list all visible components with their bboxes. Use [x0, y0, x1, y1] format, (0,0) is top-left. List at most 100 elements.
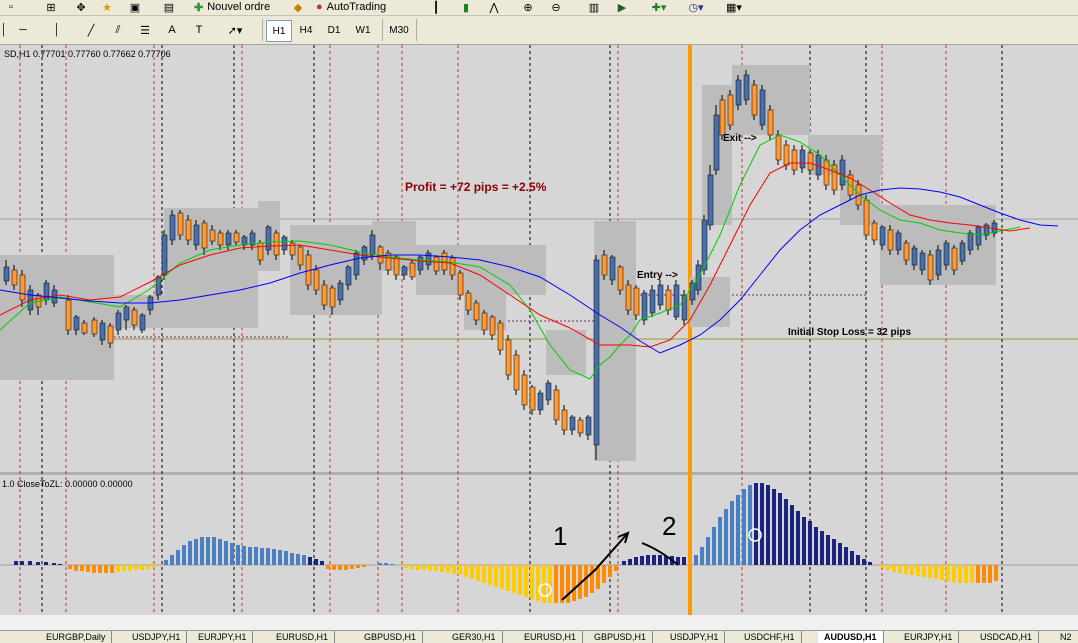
- histogram-bar: [608, 565, 612, 577]
- candle-body: [185, 219, 192, 241]
- vline-tool-icon[interactable]: │: [50, 22, 64, 38]
- periods-icon[interactable]: ◷▾: [684, 0, 708, 14]
- histogram-bar: [384, 563, 388, 565]
- zoom-in-icon[interactable]: ⊕: [520, 0, 536, 14]
- candle-body: [99, 322, 106, 341]
- navigator-icon[interactable]: ▣: [128, 0, 142, 14]
- histogram-bar: [554, 565, 558, 603]
- hline-tool-icon[interactable]: ─: [16, 22, 30, 38]
- crosshair-icon[interactable]: ✥: [74, 0, 88, 14]
- autotrading-button[interactable]: ● AutoTrading: [316, 0, 406, 14]
- tf-w1-button[interactable]: W1: [350, 20, 376, 40]
- chart-tab[interactable]: USDCAD,H1: [974, 631, 1040, 643]
- text-label-tool-icon[interactable]: T: [192, 22, 206, 38]
- histogram-bar: [946, 565, 950, 581]
- chart-tab[interactable]: EURJPY,H1: [898, 631, 960, 643]
- tf-h4-button[interactable]: H4: [294, 20, 318, 40]
- histogram-bar: [796, 511, 800, 565]
- chart-tab[interactable]: GBPUSD,H1: [358, 631, 424, 643]
- histogram-bar: [290, 553, 294, 565]
- histogram-bar: [230, 543, 234, 565]
- candle-body: [465, 292, 472, 311]
- chart-tab[interactable]: GER30,H1: [446, 631, 503, 643]
- tf-d1-button[interactable]: D1: [322, 20, 346, 40]
- chart-tab[interactable]: EURUSD,H1: [518, 631, 584, 643]
- chart-tab[interactable]: USDCHF,H1: [738, 631, 802, 643]
- histogram-bar: [892, 565, 896, 572]
- histogram-bar: [548, 565, 552, 603]
- tf-h1-button[interactable]: H1: [266, 20, 292, 42]
- chart-tab[interactable]: N2: [1054, 631, 1078, 643]
- chart-tab[interactable]: EURUSD,H1: [270, 631, 336, 643]
- price-chart[interactable]: SD,H1 0.77701 0.77760 0.77662 0.77706 Pr…: [0, 45, 1078, 629]
- arrows-tool-icon[interactable]: ➚▾: [222, 22, 248, 38]
- candle-body: [807, 152, 814, 171]
- chart-tab[interactable]: USDJPY,H1: [126, 631, 188, 643]
- fibonacci-tool-icon[interactable]: ☰: [138, 22, 152, 38]
- chart-tab[interactable]: USDJPY,H1: [664, 631, 726, 643]
- bar-chart-icon[interactable]: ┃: [428, 0, 444, 14]
- zoom-out-icon[interactable]: ⊖: [548, 0, 564, 14]
- candle-body: [975, 226, 982, 246]
- terminal-icon[interactable]: ▤: [162, 0, 176, 14]
- candle-body: [281, 236, 288, 251]
- candle-body: [707, 174, 714, 226]
- histogram-bar: [314, 559, 318, 565]
- entry-label: Entry -->: [637, 270, 678, 281]
- candle-body: [529, 386, 536, 411]
- histogram-bar: [52, 563, 56, 565]
- indicators-icon[interactable]: ✚▾: [648, 0, 670, 14]
- histogram-bar: [248, 547, 252, 565]
- candle-chart-icon[interactable]: ▮: [458, 0, 474, 14]
- histogram-bar: [254, 547, 258, 565]
- new-order-button[interactable]: ✚ Nouvel ordre: [194, 0, 278, 14]
- histogram-bar: [928, 565, 932, 578]
- histogram-bar: [706, 537, 710, 565]
- text-tool-icon[interactable]: A: [166, 22, 178, 38]
- candle-body: [863, 199, 870, 236]
- candle-body: [617, 266, 624, 291]
- candle-body: [935, 249, 942, 276]
- candle-body: [959, 242, 966, 262]
- histogram-bar: [976, 565, 980, 583]
- histogram-bar: [302, 555, 306, 565]
- histogram-bar: [164, 560, 168, 565]
- histogram-bar: [868, 562, 872, 565]
- star-icon[interactable]: ★: [100, 0, 114, 14]
- chart-window[interactable]: SD,H1 0.77701 0.77760 0.77662 0.77706 Pr…: [0, 45, 1078, 629]
- candle-body: [919, 252, 926, 271]
- trendline-tool-icon[interactable]: ╱: [84, 22, 98, 38]
- histogram-bar: [844, 547, 848, 565]
- chart-tab[interactable]: AUDUSD,H1: [818, 631, 884, 643]
- histogram-bar: [850, 551, 854, 565]
- histogram-bar: [724, 509, 728, 565]
- candle-body: [417, 256, 424, 271]
- candle-body: [633, 287, 640, 316]
- histogram-bar: [116, 565, 120, 572]
- channel-tool-icon[interactable]: ⫽: [110, 22, 126, 38]
- candle-body: [521, 374, 528, 406]
- toolbar-icon[interactable]: ▫: [4, 0, 18, 14]
- histogram-bar: [416, 565, 420, 570]
- line-tool-icon[interactable]: │: [0, 22, 8, 38]
- histogram-bar: [206, 537, 210, 565]
- tile-icon[interactable]: ▥: [586, 0, 602, 14]
- histogram-bar: [886, 565, 890, 570]
- histogram-bar: [536, 565, 540, 601]
- chart-tab[interactable]: EURJPY,H1: [192, 631, 254, 643]
- histogram-bar: [736, 495, 740, 565]
- new-chart-icon[interactable]: ⊞: [44, 0, 58, 14]
- candle-body: [665, 289, 672, 311]
- candle-body: [337, 282, 344, 301]
- histogram-bar: [994, 565, 998, 581]
- histogram-bar: [754, 483, 758, 565]
- auto-scroll-icon[interactable]: ▶: [614, 0, 630, 14]
- chart-tab[interactable]: EURGBP,Daily: [40, 631, 113, 643]
- templates-icon[interactable]: ▦▾: [722, 0, 746, 14]
- meta-editor-icon[interactable]: ◆: [290, 0, 306, 14]
- line-chart-icon[interactable]: ⋀: [486, 0, 502, 14]
- chart-tab[interactable]: GBPUSD,H1: [588, 631, 654, 643]
- annotation-2: 2: [662, 511, 676, 541]
- candle-body: [553, 389, 560, 421]
- tf-m30-button[interactable]: M30: [386, 20, 412, 40]
